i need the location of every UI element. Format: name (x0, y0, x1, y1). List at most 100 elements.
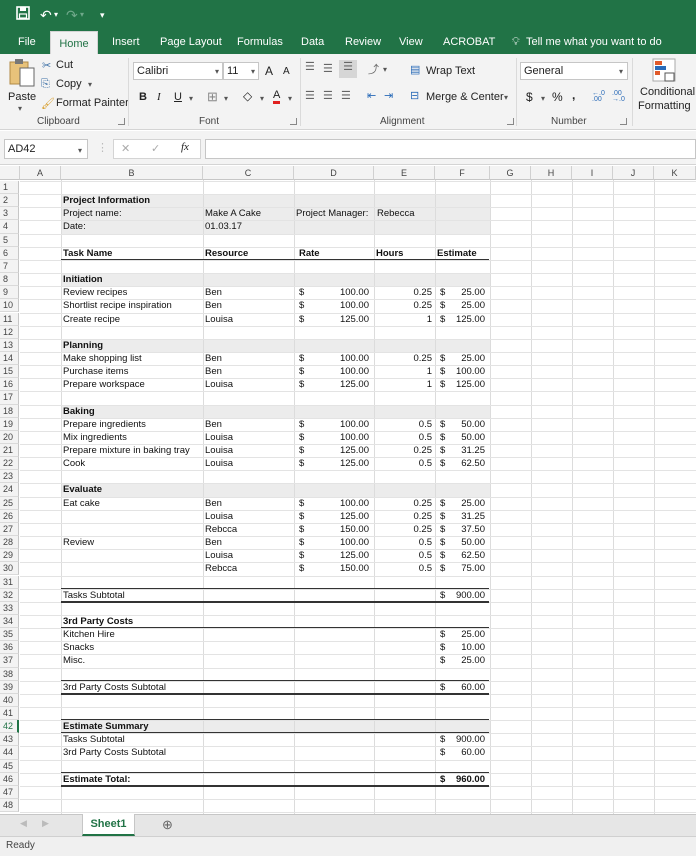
row-header[interactable]: 22 (0, 457, 19, 471)
row-header[interactable]: 8 (0, 273, 19, 287)
cell-d-rate[interactable]: 125.00 (309, 549, 369, 562)
wrap-text-button[interactable]: Wrap Text (426, 65, 475, 77)
cell-f-estimate[interactable]: 60.00 (448, 746, 485, 759)
cell-d[interactable]: Project Manager: (296, 207, 374, 220)
cell-d-rate[interactable]: 125.00 (309, 378, 369, 391)
shrink-font-button[interactable]: A (283, 66, 290, 77)
cell-f-estimate[interactable]: 31.25 (448, 510, 485, 523)
cell-f-estimate[interactable]: 25.00 (448, 299, 485, 312)
cell-b[interactable]: Initiation (63, 273, 208, 286)
merge-dropdown-icon[interactable]: ▾ (504, 93, 508, 102)
increase-indent-icon[interactable]: ⇥ (384, 89, 393, 102)
cell-b[interactable]: Baking (63, 405, 208, 418)
cell-f-estimate[interactable]: 25.00 (448, 628, 485, 641)
undo-icon[interactable]: ↶ (40, 6, 52, 24)
row-header[interactable]: 18 (0, 404, 19, 418)
cell-b[interactable]: Kitchen Hire (63, 628, 208, 641)
clipboard-launcher-icon[interactable] (118, 118, 125, 125)
cell-f-estimate[interactable]: 25.00 (448, 654, 485, 667)
cell-f-estimate[interactable]: 900.00 (448, 733, 485, 746)
cell-e-hours[interactable]: 0.25 (376, 299, 433, 312)
decrease-indent-icon[interactable]: ⇤ (367, 89, 376, 102)
cell-c[interactable]: 01.03.17 (205, 220, 293, 233)
cell-f-estimate[interactable]: 900.00 (448, 589, 485, 602)
cell-c[interactable]: Make A Cake (205, 207, 293, 220)
cell-d-rate[interactable]: 150.00 (309, 523, 369, 536)
cell-f-estimate[interactable]: 31.25 (448, 444, 485, 457)
cell-e-hours[interactable]: 0.5 (376, 457, 432, 470)
row-header[interactable]: 26 (0, 509, 19, 523)
cell-b[interactable]: Make shopping list (63, 352, 208, 365)
row-header[interactable]: 29 (0, 549, 19, 563)
font-launcher-icon[interactable] (290, 118, 297, 125)
cell-b[interactable]: Estimate Total: (63, 773, 208, 786)
cell-d-rate[interactable]: 125.00 (309, 510, 369, 523)
column-header-d[interactable]: D (294, 166, 374, 180)
row-header[interactable]: 9 (0, 286, 19, 300)
cell-c[interactable]: Louisa (205, 457, 293, 470)
row-header[interactable]: 39 (0, 680, 19, 694)
cell-f-estimate[interactable]: 960.00 (448, 773, 485, 786)
column-header-g[interactable]: G (490, 166, 531, 180)
cell-e-hours[interactable]: 0.25 (376, 510, 433, 523)
tab-page-layout[interactable]: Page Layout (158, 30, 224, 54)
cell-f-estimate[interactable]: 125.00 (448, 313, 485, 326)
format-painter-button[interactable]: Format Painter (56, 97, 129, 109)
row-header[interactable]: 38 (0, 667, 19, 681)
merge-center-button[interactable]: Merge & Center (426, 91, 504, 103)
cell-d-rate[interactable]: 100.00 (309, 431, 369, 444)
cell-f-estimate[interactable]: 25.00 (448, 497, 485, 510)
save-icon[interactable] (16, 6, 30, 24)
cell-d-rate[interactable]: 125.00 (309, 313, 369, 326)
row-header[interactable]: 48 (0, 799, 19, 813)
cell-f-estimate[interactable]: 62.50 (448, 457, 485, 470)
cell-c[interactable]: Ben (205, 299, 293, 312)
cell-b[interactable]: Prepare ingredients (63, 418, 208, 431)
cell-b[interactable]: Planning (63, 339, 208, 352)
cell-c[interactable]: Ben (205, 536, 293, 549)
cell-e-hours[interactable]: 1 (376, 365, 432, 378)
spreadsheet-grid[interactable]: A B C D E F G H I J K 1 2 Project Information 3 Project… (0, 166, 696, 814)
cell-b[interactable]: Shortlist recipe inspiration (63, 299, 208, 312)
borders-icon[interactable]: ⊞ (207, 89, 218, 105)
paste-button[interactable]: Paste ▾ (6, 58, 36, 113)
conditional-formatting-button[interactable]: Conditional Formatting (636, 57, 696, 115)
cell-d-rate[interactable]: 100.00 (309, 536, 369, 549)
font-name-select[interactable]: Calibri ▾ (133, 62, 223, 80)
row-header[interactable]: 23 (0, 470, 19, 484)
cell-b[interactable]: Date: (63, 220, 208, 233)
column-header-e[interactable]: E (374, 166, 435, 180)
align-top-icon[interactable]: ☰ (305, 60, 315, 73)
cell-c[interactable]: Louisa (205, 444, 293, 457)
cell-b[interactable]: Misc. (63, 654, 208, 667)
orientation-dropdown-icon[interactable]: ▾ (383, 65, 387, 74)
fill-color-icon[interactable]: ◇ (243, 89, 252, 103)
column-header-b[interactable]: B (61, 166, 203, 180)
scroll-right-icon[interactable]: ▶ (42, 818, 49, 829)
row-header[interactable]: 7 (0, 259, 19, 274)
align-center-icon[interactable]: ☰ (323, 89, 333, 102)
redo-dropdown-icon[interactable]: ▾ (80, 6, 84, 24)
cell-b[interactable]: Cook (63, 457, 208, 470)
cell-d[interactable]: Rate (299, 247, 377, 260)
cell-d-rate[interactable]: 100.00 (309, 286, 369, 299)
cell-c[interactable]: Louisa (205, 549, 293, 562)
name-box[interactable]: AD42 ▾ (4, 139, 88, 159)
fill-color-dropdown-icon[interactable]: ▾ (260, 94, 264, 103)
cell-f-estimate[interactable]: 50.00 (448, 431, 485, 444)
cell-f-estimate[interactable]: 50.00 (448, 536, 485, 549)
currency-dropdown-icon[interactable]: ▾ (541, 94, 545, 103)
row-header[interactable]: 17 (0, 391, 19, 405)
row-header[interactable]: 24 (0, 483, 19, 497)
customize-qat-icon[interactable]: ▾ (100, 6, 105, 24)
column-header-c[interactable]: C (203, 166, 294, 180)
row-header[interactable]: 47 (0, 785, 19, 800)
cell-b[interactable]: Tasks Subtotal (63, 589, 208, 602)
cell-c[interactable]: Ben (205, 418, 293, 431)
cell-d-rate[interactable]: 100.00 (309, 418, 369, 431)
cell-e-hours[interactable]: 0.25 (376, 497, 433, 510)
cell-b[interactable]: Snacks (63, 641, 208, 654)
column-header-k[interactable]: K (654, 166, 696, 180)
cell-c[interactable]: Louisa (205, 378, 293, 391)
cell-b[interactable]: Mix ingredients (63, 431, 208, 444)
